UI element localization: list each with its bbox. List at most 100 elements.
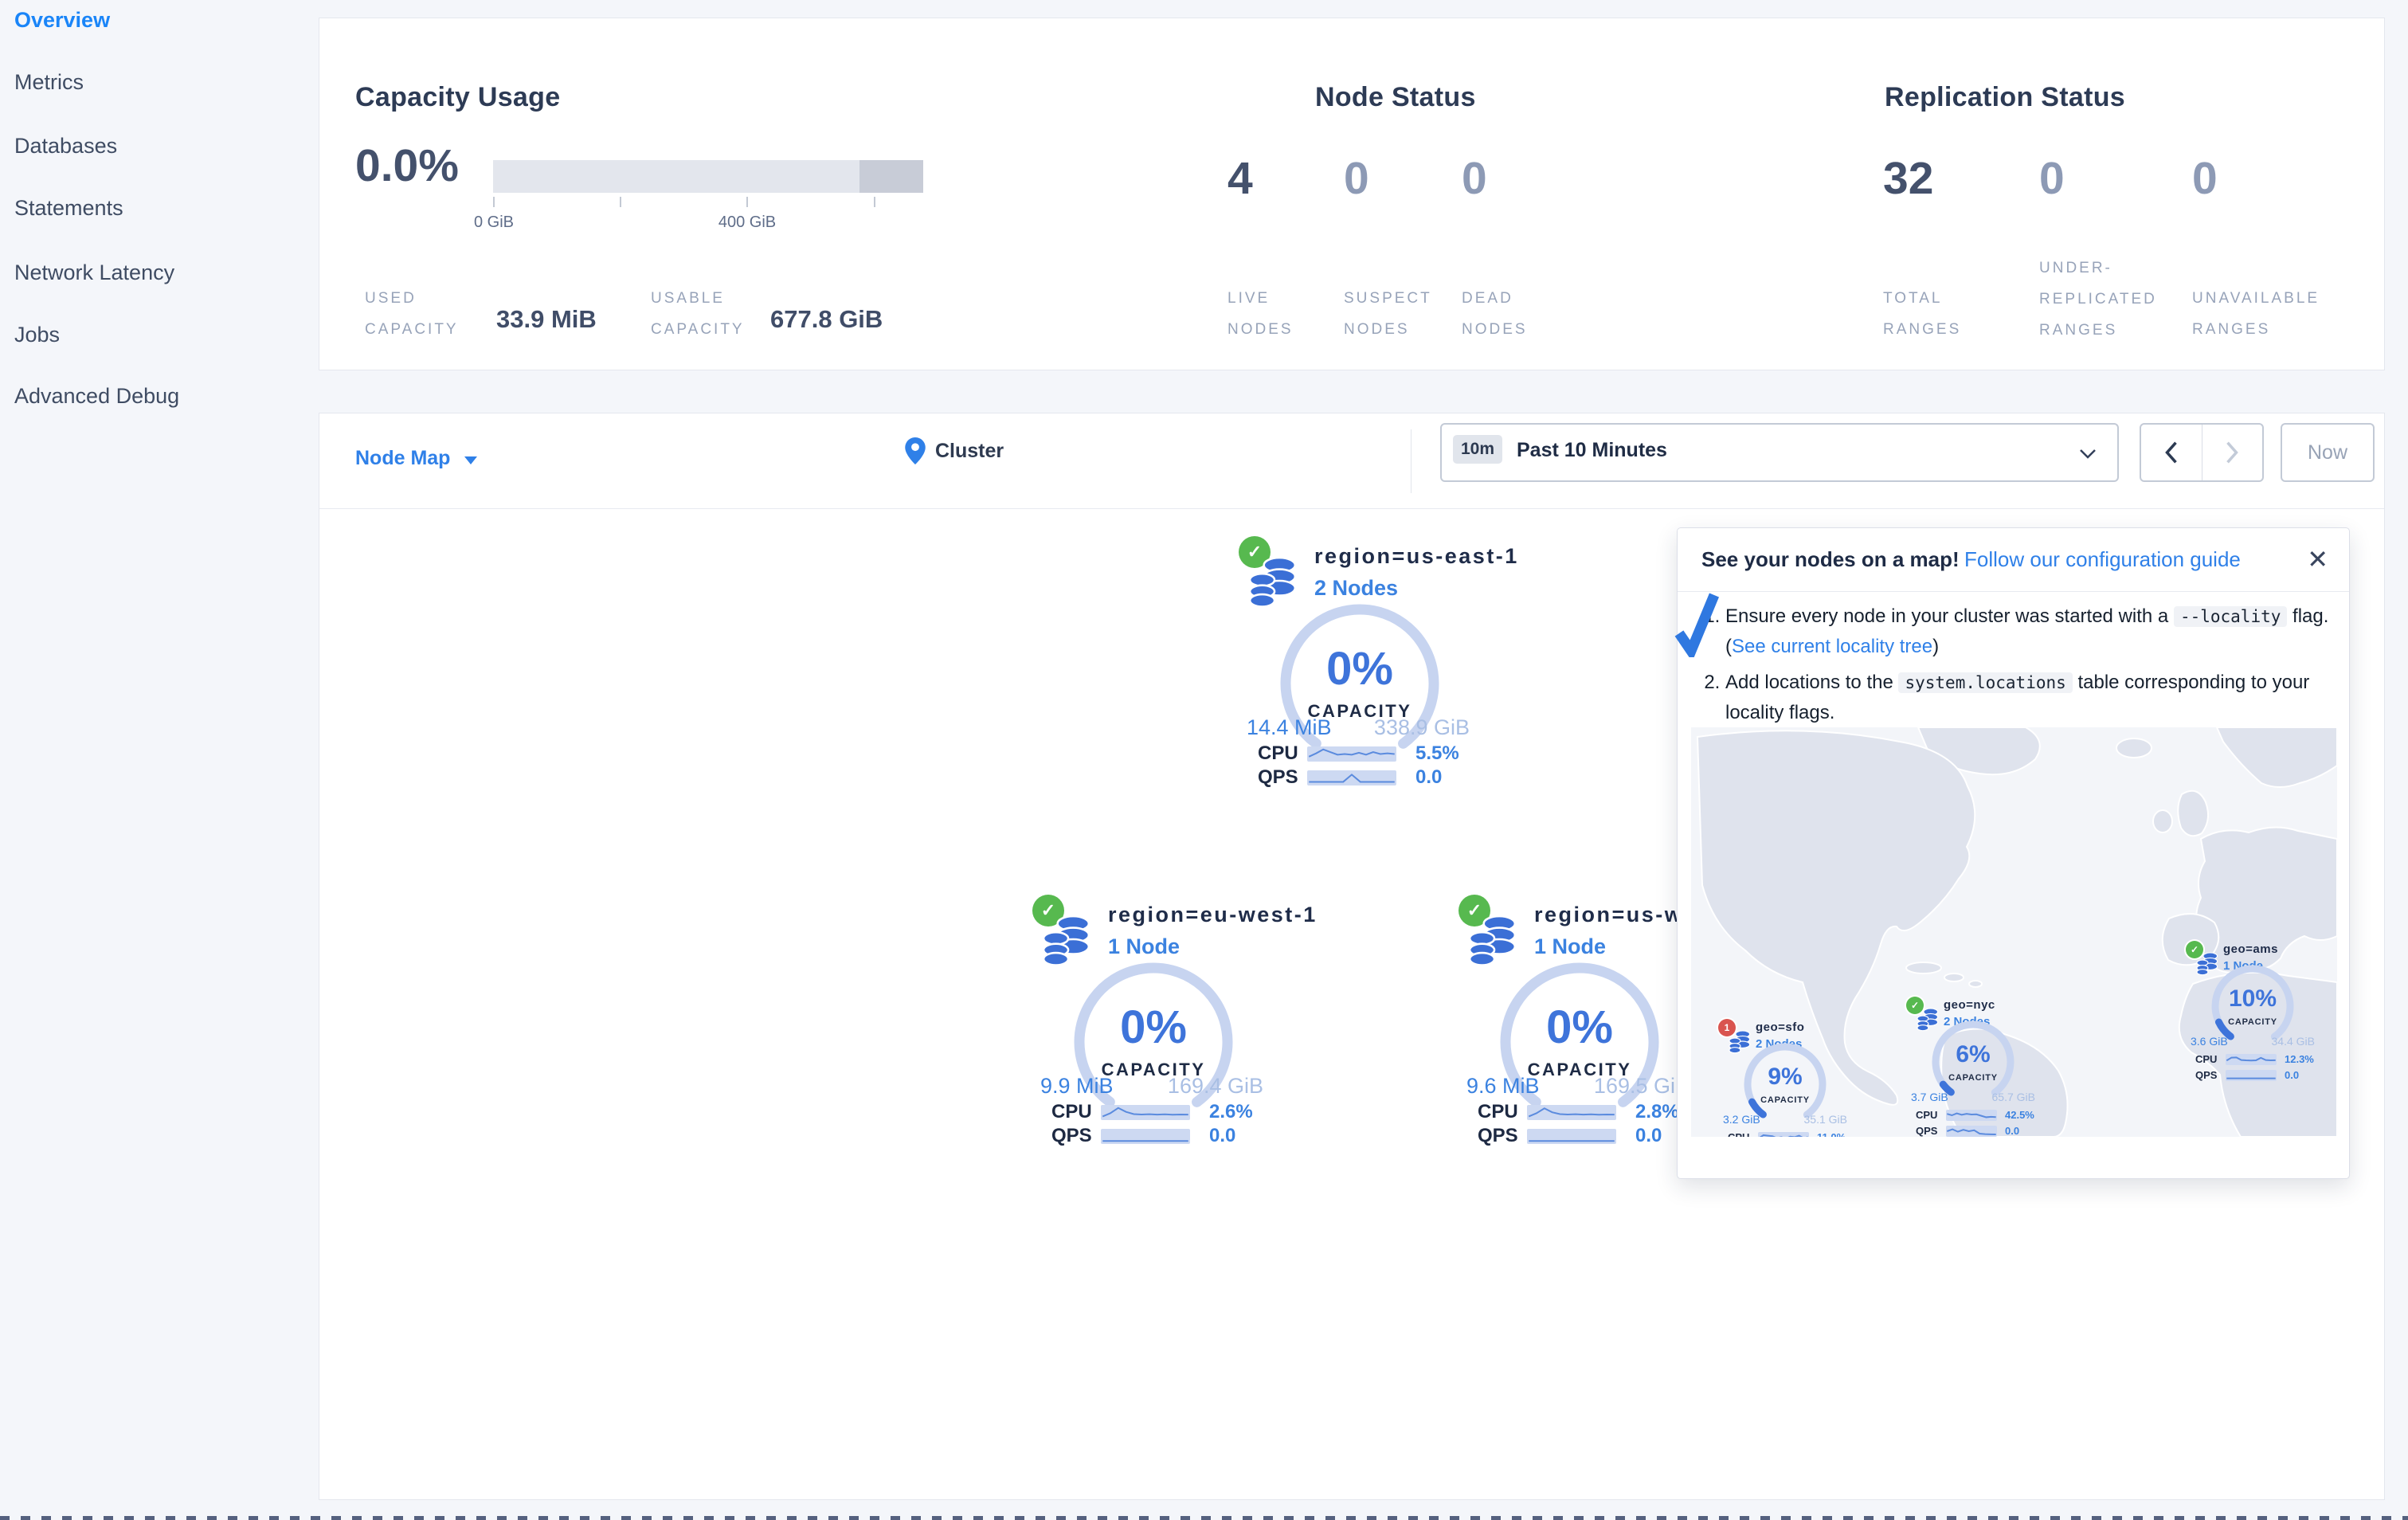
time-step-buttons [2140,423,2264,482]
qps-label: QPS [1051,1125,1092,1146]
node-group-us-west-1: ✓ region=us-west-1 1 Node 0% CAPACITY 9.6 MiB… [1459,895,1741,1158]
used-value: 9.6 MiB [1466,1074,1540,1098]
capacity-percent: 0% [1120,1001,1187,1053]
node-group-title: geo=nyc [1944,998,1995,1012]
cpu-value: 11.0% [1817,1131,1846,1137]
cpu-value: 2.8% [1635,1101,1679,1122]
code-span: --locality [2173,606,2288,627]
config-step-2: Add locations to the system.locations ta… [1725,668,2329,727]
capacity-used-total: 9.9 MiB 169.4 GiB [1040,1074,1263,1099]
qps-value: 0.0 [1635,1125,1662,1146]
node-count-link[interactable]: 1 Node [1108,934,1180,959]
stat-label: SUSPECT NODES [1344,290,1432,338]
now-button[interactable]: Now [2281,423,2375,482]
qps-value: 0.0 [1209,1125,1236,1146]
node-group-title: geo=sfo [1756,1021,1805,1034]
capacity-percent: 0% [1546,1001,1613,1053]
tooltip-title: See your nodes on a map! [1701,547,1960,571]
sidebar-item-databases[interactable]: Databases [14,134,117,159]
chevron-right-icon [2226,441,2239,464]
cpu-label: CPU [1478,1101,1518,1122]
cpu-label: CPU [1728,1131,1758,1137]
qps-row: QPS 0.0 [1916,1125,2019,1137]
stat-value: 0 [1344,153,1369,204]
capacity-used-total: 3.7 GiB 65.7 GiB [1911,1091,2035,1103]
qps-row: QPS 0.0 [1051,1125,1236,1146]
sidebar-item-overview[interactable]: Overview [14,8,110,33]
capacity-caption: CAPACITY [2228,1017,2277,1027]
time-range-badge: 10m [1453,435,1503,464]
stat-label: UNDER- REPLICATED RANGES [2039,260,2157,339]
usable-capacity-value: 677.8 GiB [770,305,883,333]
cpu-sparkline [2226,1053,2277,1065]
cpu-sparkline [1758,1131,1809,1137]
cpu-value: 5.5% [1415,742,1459,764]
time-back-button[interactable] [2141,425,2202,480]
breadcrumb[interactable]: Cluster [905,437,1004,464]
cpu-row: CPU 42.5% [1916,1109,2034,1121]
bar-tick-label: 400 GiB [718,214,777,231]
chevron-down-icon [2080,449,2096,459]
cluster-summary-card: Capacity Usage 0.0% 0 GiB 400 GiB USED CA… [319,18,2385,370]
node-group-title: geo=ams [2223,942,2278,956]
capacity-usage-bar [493,160,923,193]
node-group-eu-west-1: ✓ region=eu-west-1 1 Node 0% CAPACITY 9.9 MiB… [1032,895,1315,1158]
bottom-dashed-divider [0,1516,2408,1520]
tooltip-header: See your nodes on a map! Follow our conf… [1678,528,2349,592]
qps-sparkline [1946,1125,1997,1137]
capacity-bar-end-segment [859,160,923,193]
chevron-left-icon [2164,441,2177,464]
cpu-sparkline [1527,1104,1616,1120]
usable-capacity-label: USABLE CAPACITY [651,290,745,338]
sidebar-item-advanced-debug[interactable]: Advanced Debug [14,384,179,409]
time-forward-button[interactable] [2201,425,2263,480]
time-range-dropdown[interactable]: 10m Past 10 Minutes [1440,423,2119,482]
used-value: 9.9 MiB [1040,1074,1114,1098]
close-icon[interactable]: ✕ [2307,544,2328,574]
bar-tick [874,197,875,207]
toolbar-divider [1411,429,1412,493]
caret-down-icon [464,456,478,464]
configuration-guide-link[interactable]: Follow our configuration guide [1964,547,2241,572]
stat-value: 4 [1227,153,1253,204]
stat-value: 0 [1462,153,1487,204]
capacity-percent: 9% [1768,1064,1803,1090]
cpu-row: CPU 2.8% [1478,1101,1679,1122]
capacity-usage-title: Capacity Usage [355,82,561,113]
config-step-1: Ensure every node in your cluster was st… [1725,601,2329,661]
qps-row: QPS 0.0 [2195,1069,2299,1081]
cpu-label: CPU [1051,1101,1092,1122]
node-count-link[interactable]: 1 Node [1534,934,1606,959]
used-value: 3.2 GiB [1723,1113,1760,1126]
cpu-row: CPU 12.3% [2195,1053,2314,1065]
node-group-us-east-1: ✓ region=us-east-1 2 Nodes 0% CAPACITY 14.4 M… [1239,536,1517,799]
sidebar-item-jobs[interactable]: Jobs [14,323,60,347]
cpu-sparkline [1307,746,1396,762]
view-selector-dropdown[interactable]: Node Map [355,447,478,470]
world-map: 1 geo=sfo 2 Nodes 9% CAPACITY 3.2 GiB 35.1 GiB… [1691,727,2337,1137]
node-count-link[interactable]: 2 Nodes [1314,576,1398,601]
total-value: 34.4 GiB [2271,1035,2315,1048]
sidebar-item-statements[interactable]: Statements [14,196,123,221]
capacity-used-total: 14.4 MiB 338.9 GiB [1247,715,1470,740]
qps-sparkline [1527,1128,1616,1144]
stat-label: TOTAL RANGES [1883,290,1962,338]
code-span: system.locations [1898,672,2073,693]
bar-tick [493,197,495,207]
cpu-value: 12.3% [2285,1053,2314,1065]
node-map-toolbar: Node Map Cluster 10m Past 10 Minutes Now [319,413,2384,509]
used-value: 14.4 MiB [1247,715,1332,739]
cpu-row: CPU 11.0% [1728,1131,1846,1137]
used-capacity-label: USED CAPACITY [365,290,459,338]
locality-tree-link[interactable]: See current locality tree [1732,636,1932,657]
qps-label: QPS [1916,1125,1938,1137]
map-config-tooltip: See your nodes on a map! Follow our conf… [1674,527,2350,1179]
bar-tick [620,197,621,207]
sidebar-item-metrics[interactable]: Metrics [14,70,84,95]
qps-label: QPS [1258,766,1298,788]
sidebar-item-network-latency[interactable]: Network Latency [14,261,174,285]
node-group-sfo: 1 geo=sfo 2 Nodes 9% CAPACITY 3.2 GiB 35.1 GiB… [1718,1019,1854,1137]
qps-row: QPS 0.0 [1258,766,1442,788]
qps-label: QPS [2195,1069,2218,1081]
map-pin-icon [905,437,926,464]
